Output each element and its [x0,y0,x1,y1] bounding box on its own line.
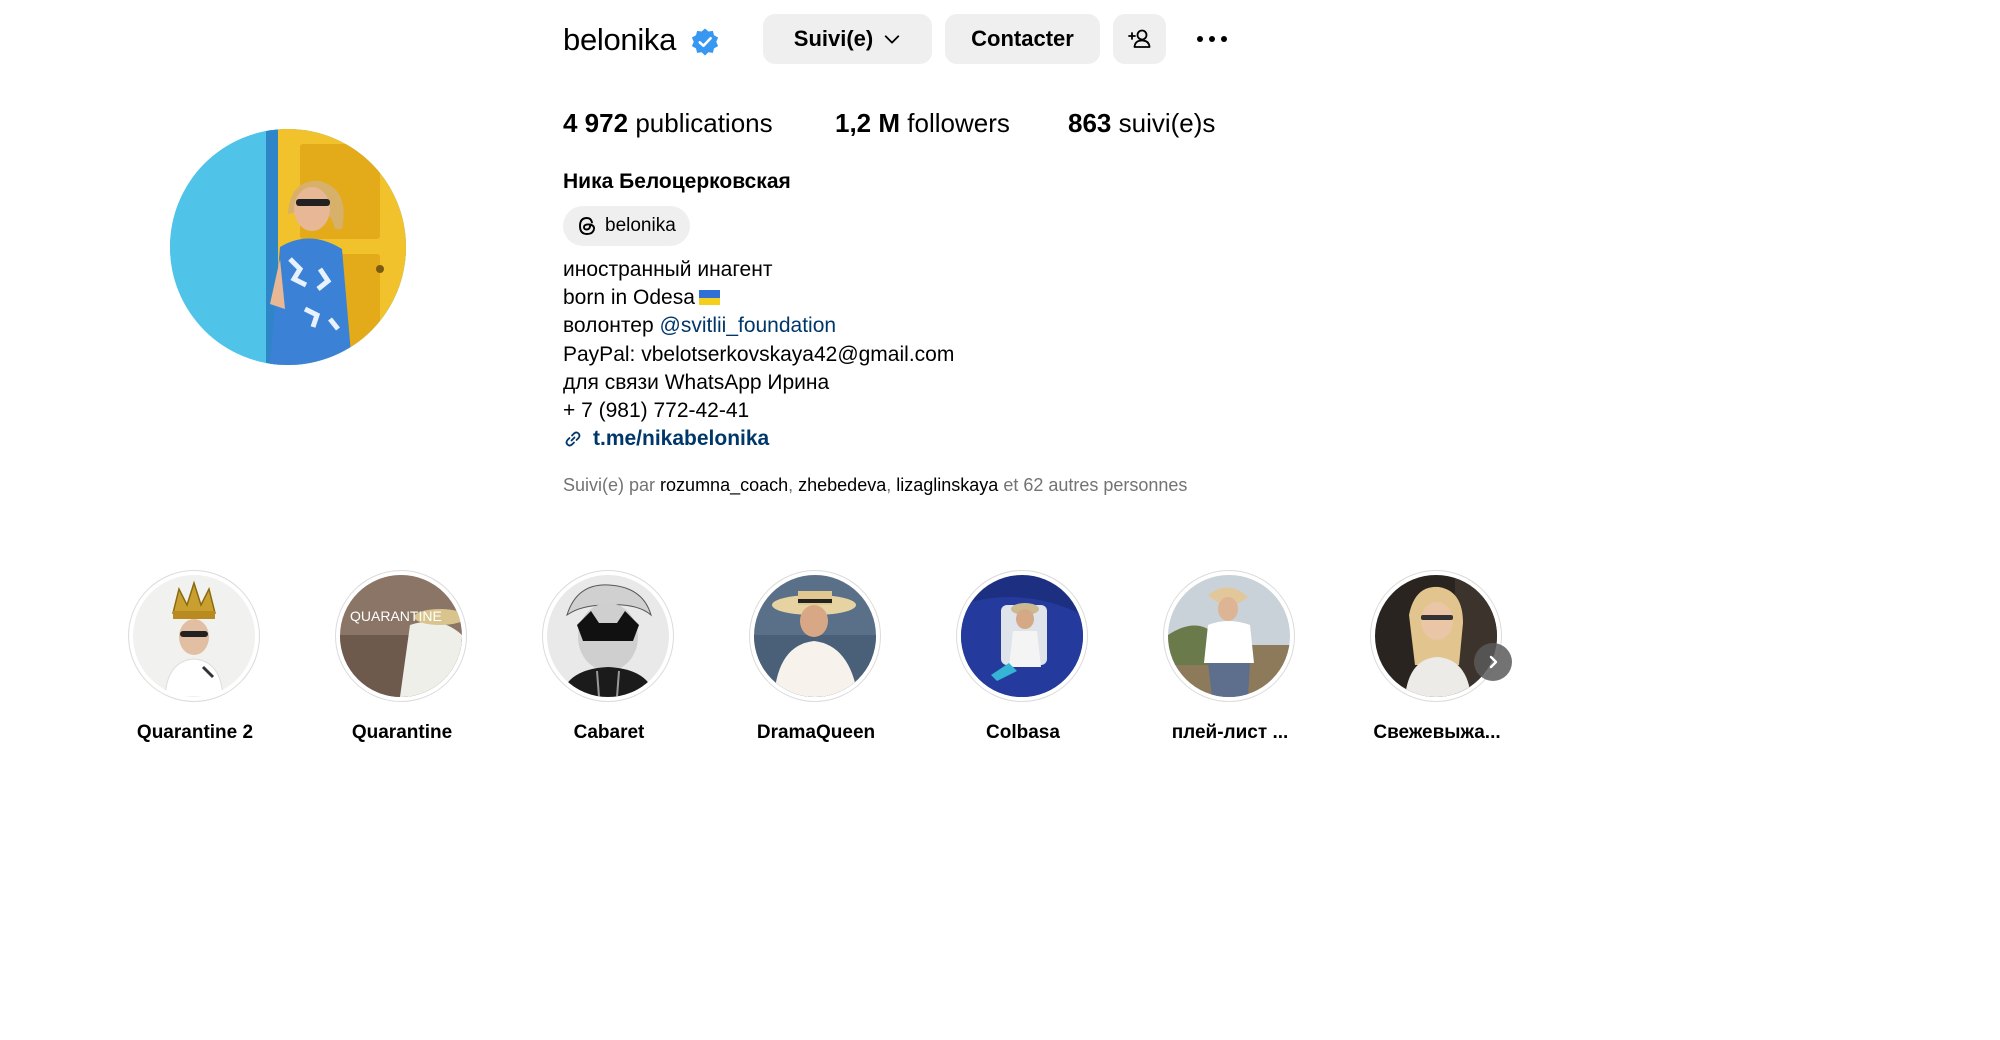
suggested-accounts-button[interactable] [1113,14,1166,64]
story-highlight[interactable]: Свежевыжа... [1370,570,1504,743]
following-dropdown-button[interactable]: Suivi(e) [763,14,932,64]
threads-handle: belonika [605,215,676,236]
bio-line: для связи WhatsApp Ирина [563,370,830,394]
followers-count-value: 1,2 M [835,108,901,138]
add-person-icon [1127,29,1150,48]
threads-icon [579,217,595,235]
highlight-cover-text: QUARANTINE [350,608,442,624]
followed-by-user[interactable]: lizaglinskaya [896,475,998,495]
story-highlight[interactable]: Quarantine 2 [128,570,262,743]
bio-line-text: волонтер [563,314,654,338]
highlight-label: DramaQueen [756,722,876,743]
followed-by-user[interactable]: rozumna_coach [660,475,788,495]
bio-line: + 7 (981) 772-42-41 [563,399,750,423]
mention-link[interactable]: @svitlii_foundation [660,314,837,337]
highlights-next-button[interactable] [1474,643,1512,681]
highlight-cover [547,575,669,697]
story-highlight[interactable]: Cabaret [542,570,676,743]
posts-count-label: publications [635,108,773,138]
highlight-ring[interactable] [749,570,881,702]
ukraine-flag-icon [698,290,720,306]
bio-line: born in Odesa [563,284,954,312]
following-button-label: Suivi(e) [793,26,874,51]
followed-by[interactable]: Suivi(e) par rozumna_coach, zhebedeva, l… [563,472,1187,498]
followed-by-suffix: et 62 autres personnes [1003,475,1188,495]
bio-line: иностранный инагент [563,258,773,281]
profile-bio: иностранный инагент born in Odesa волонт… [563,256,954,453]
followed-by-prefix: Suivi(e) par [563,475,656,495]
profile-full-name: Ника Белоцерковская [563,170,791,193]
avatar-photo [170,129,406,365]
following-link[interactable]: 863 suivi(e)s [1068,104,1215,142]
chevron-down-icon [885,35,900,44]
followed-by-user[interactable]: zhebedeva [798,475,886,495]
highlight-label: Свежевыжа... [1373,722,1501,743]
highlight-ring[interactable] [1163,570,1295,702]
highlight-ring[interactable] [1370,570,1502,702]
chevron-right-icon [1489,655,1498,669]
bio-line: PayPal: vbelotserkovskaya42@gmail.com [563,342,955,366]
story-highlight[interactable]: QUARANTINE Quarantine [335,570,469,743]
threads-profile-link[interactable]: belonika [563,206,690,246]
contact-button-label: Contacter [971,26,1074,51]
contact-button[interactable]: Contacter [945,14,1100,64]
posts-count-value: 4 972 [563,108,629,138]
highlight-cover [133,575,255,697]
story-highlight[interactable]: Colbasa [956,570,1090,743]
highlight-ring[interactable] [128,570,260,702]
bio-external-link-row: t.me/nikabelonika [563,425,954,453]
highlight-label: плей-лист ... [1171,722,1289,743]
story-highlight[interactable]: плей-лист ... [1163,570,1297,743]
highlight-cover [1168,575,1290,697]
following-count-value: 863 [1068,108,1112,138]
story-highlight[interactable]: DramaQueen [749,570,883,743]
highlight-ring[interactable] [956,570,1088,702]
verified-badge-icon [691,28,719,56]
more-options-icon[interactable] [1190,24,1234,54]
highlight-ring[interactable]: QUARANTINE [335,570,467,702]
profile-avatar[interactable] [170,129,406,365]
link-icon [565,431,581,447]
highlight-label: Cabaret [573,722,645,743]
bio-line-text: born in Odesa [563,286,695,310]
highlight-ring[interactable] [542,570,674,702]
highlight-cover [961,575,1083,697]
highlight-cover [754,575,876,697]
followers-link[interactable]: 1,2 M followers [835,104,1010,142]
posts-count: 4 972 publications [563,104,773,142]
highlight-label: Quarantine 2 [136,722,254,743]
highlight-label: Quarantine [351,722,453,743]
highlight-cover: QUARANTINE [340,575,462,697]
highlight-label: Colbasa [986,722,1060,743]
highlight-cover [1375,575,1497,697]
profile-username: belonika [563,22,677,57]
following-count-label: suivi(e)s [1118,108,1216,138]
followers-count-label: followers [907,108,1010,138]
bio-line: волонтер @svitlii_foundation [563,312,954,340]
external-link[interactable]: t.me/nikabelonika [593,425,769,453]
